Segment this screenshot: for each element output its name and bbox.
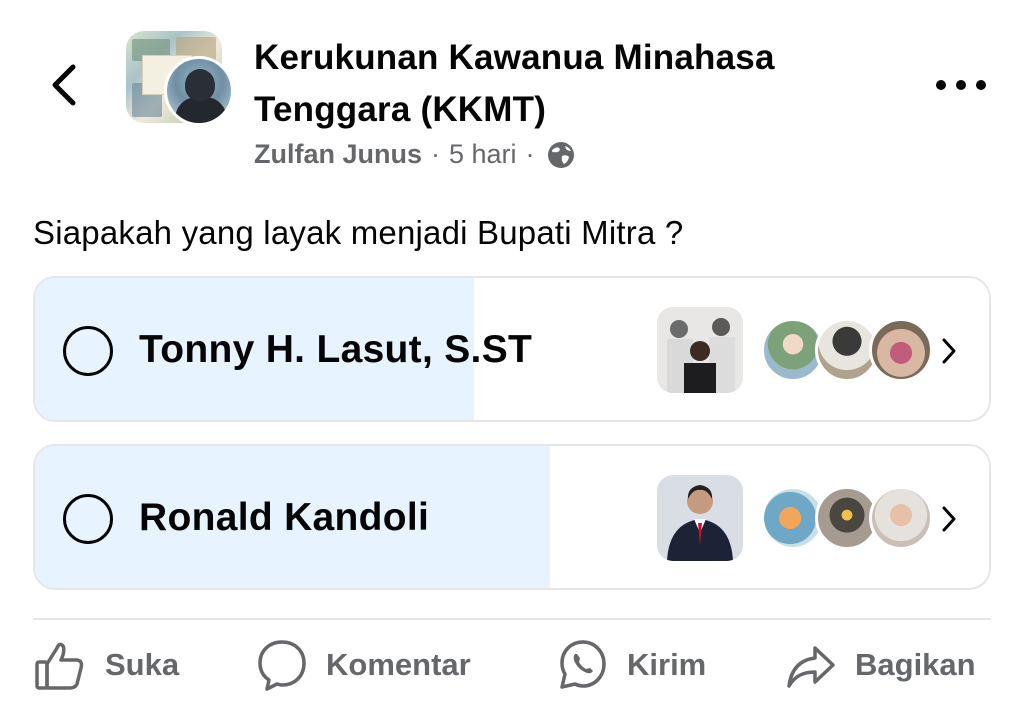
- poll-option-label: Ronald Kandoli: [139, 496, 430, 539]
- send-button[interactable]: Kirim: [557, 638, 706, 692]
- candidate-photo: [657, 475, 743, 561]
- author-avatar[interactable]: [164, 56, 234, 126]
- share-label: Bagikan: [855, 647, 976, 682]
- comment-label: Komentar: [326, 647, 471, 682]
- poll-radio[interactable]: [63, 494, 113, 544]
- poll-option[interactable]: Ronald Kandoli: [33, 444, 991, 590]
- divider: [33, 618, 991, 620]
- send-label: Kirim: [627, 647, 707, 682]
- poll-option-label: Tonny H. Lasut, S.ST: [139, 328, 533, 371]
- poll-voters[interactable]: [761, 486, 933, 550]
- chevron-right-icon[interactable]: [940, 504, 958, 534]
- whatsapp-icon: [560, 640, 606, 689]
- post-question: Siapakah yang layak menjadi Bupati Mitra…: [33, 214, 684, 251]
- like-button[interactable]: Suka: [33, 638, 179, 692]
- meta-separator: ·: [431, 139, 440, 169]
- post-time[interactable]: 5 hari: [449, 139, 517, 170]
- post-actions: Suka Komentar Kirim Bagikan: [0, 638, 1024, 702]
- chevron-right-icon[interactable]: [940, 336, 958, 366]
- voter-avatar: [869, 486, 933, 550]
- more-dot: [976, 80, 986, 90]
- post-meta: Zulfan Junus · 5 hari ·: [254, 139, 576, 170]
- share-button[interactable]: Bagikan: [785, 638, 976, 692]
- more-options-button[interactable]: [936, 70, 986, 100]
- more-dot: [956, 80, 966, 90]
- poll-voters[interactable]: [761, 318, 933, 382]
- share-icon: [787, 646, 835, 688]
- back-button[interactable]: [44, 60, 84, 110]
- thumbs-up-icon: [35, 642, 84, 690]
- meta-separator: ·: [525, 139, 535, 169]
- author-name[interactable]: Zulfan Junus: [254, 139, 422, 170]
- comment-icon: [258, 640, 306, 691]
- voter-avatar: [869, 318, 933, 382]
- chevron-left-icon: [52, 64, 76, 106]
- like-label: Suka: [105, 647, 180, 682]
- poll-radio[interactable]: [63, 326, 113, 376]
- poll-option[interactable]: Tonny H. Lasut, S.ST: [33, 276, 991, 422]
- globe-icon: [547, 141, 574, 168]
- more-dot: [936, 80, 946, 90]
- comment-button[interactable]: Komentar: [256, 638, 471, 692]
- candidate-photo: [657, 307, 743, 393]
- group-name[interactable]: Kerukunan Kawanua Minahasa Tenggara (KKM…: [254, 32, 894, 136]
